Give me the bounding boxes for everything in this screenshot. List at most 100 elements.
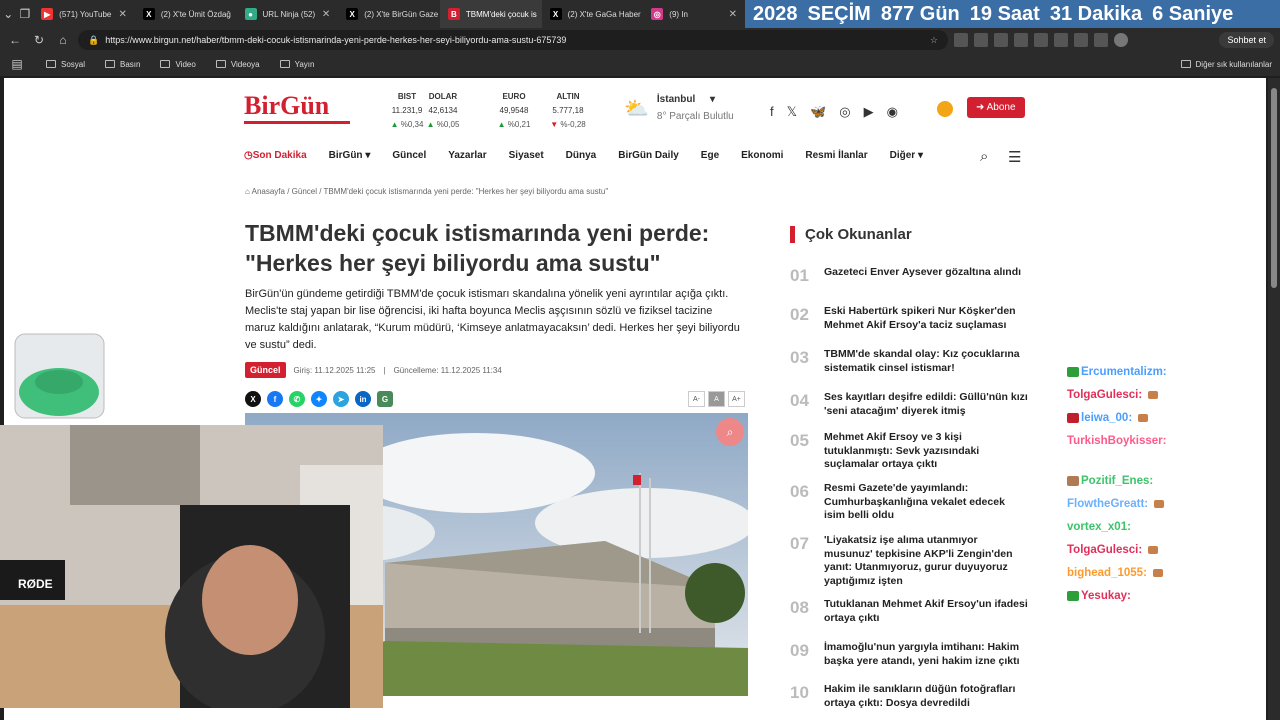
browser-tab[interactable]: BTBMM'deki çocuk is✕	[439, 0, 542, 28]
menu-item[interactable]: BirGün ▾	[329, 150, 371, 161]
bookmark-folder[interactable]: Sosyal	[46, 60, 85, 69]
market-ticker[interactable]: ALTIN 5.777,18 ▼ %-0,28	[533, 92, 603, 129]
copilot-button[interactable]: Sohbet et	[1219, 32, 1274, 48]
browser-tab[interactable]: ◎ (9) In ✕	[643, 0, 745, 28]
close-tab-icon[interactable]: ✕	[118, 9, 126, 20]
share-bluesky-icon[interactable]: ✦	[311, 391, 327, 407]
extension-icon[interactable]	[954, 33, 968, 47]
browser-tab[interactable]: ● URL Ninja (52) ✕	[237, 0, 339, 28]
menu-item[interactable]: Güncel	[392, 150, 426, 161]
share-facebook-icon[interactable]: f	[267, 391, 283, 407]
menu-item[interactable]: BirGün Daily	[618, 150, 679, 161]
font-size-button[interactable]: A	[708, 391, 725, 407]
font-size-button[interactable]: A-	[688, 391, 705, 407]
bookmark-folder[interactable]: Basın	[105, 60, 140, 69]
tab-favicon: ◎	[651, 8, 664, 20]
most-read-item[interactable]: 10 Hakim ile sanıkların düğün fotoğraflar…	[790, 683, 1028, 710]
share-whatsapp-icon[interactable]: ✆	[289, 391, 305, 407]
browser-tab[interactable]: X(2) X'te GaGa Haber✕	[542, 0, 644, 28]
extension-icon[interactable]	[1074, 33, 1088, 47]
bookmarks-menu-icon[interactable]: ▤	[8, 55, 26, 73]
url-field[interactable]: 🔒 https://www.birgun.net/haber/tbmm-deki…	[78, 30, 948, 50]
facebook-icon[interactable]: f	[770, 104, 774, 120]
workspaces-icon[interactable]: ❐	[17, 5, 34, 23]
rss-icon[interactable]: ◉	[887, 104, 898, 120]
chat-username[interactable]: Pozitif_Enes:	[1081, 475, 1153, 487]
scroll-thumb[interactable]	[1271, 88, 1277, 288]
menu-item[interactable]: Diğer ▾	[890, 150, 923, 161]
hamburger-menu-icon[interactable]: ☰	[1008, 148, 1021, 166]
instagram-icon[interactable]: ◎	[839, 104, 850, 120]
back-icon[interactable]: ←	[6, 31, 24, 49]
most-read-item[interactable]: 09 İmamoğlu'nun yargıyla imtihanı: Hakim …	[790, 641, 1028, 668]
share-linkedin-icon[interactable]: in	[355, 391, 371, 407]
menu-item[interactable]: Dünya	[566, 150, 597, 161]
other-bookmarks[interactable]: Diğer sık kullanılanlar	[1180, 60, 1272, 69]
extension-icon[interactable]	[1094, 33, 1108, 47]
menu-item[interactable]: ◷Son Dakika	[244, 150, 307, 161]
most-read-item[interactable]: 03 TBMM'de skandal olay: Kız çocuklarına …	[790, 348, 1028, 375]
chat-username[interactable]: vortex_x01:	[1067, 521, 1131, 533]
breadcrumb-text[interactable]: Anasayfa / Güncel / TBMM'deki çocuk isti…	[252, 187, 609, 196]
share-telegram-icon[interactable]: ➤	[333, 391, 349, 407]
bookmark-folder[interactable]: Videoya	[215, 60, 260, 69]
chat-username[interactable]: bighead_1055:	[1067, 567, 1147, 579]
browser-tab[interactable]: ▶ (571) YouTube ✕	[33, 0, 135, 28]
zoom-icon[interactable]: ⌕	[716, 418, 744, 446]
close-tab-icon[interactable]: ✕	[729, 9, 737, 20]
weather-widget[interactable]: ⛅ İstanbul ▾ 8° Parçalı Bulutlu	[624, 94, 734, 122]
most-read-item[interactable]: 01 Gazeteci Enver Aysever gözaltına alınd…	[790, 266, 1028, 286]
menu-item[interactable]: Ekonomi	[741, 150, 783, 161]
menu-item[interactable]: Yazarlar	[448, 150, 486, 161]
extension-icon[interactable]	[994, 33, 1008, 47]
tab-favicon: X	[142, 8, 155, 20]
subscribe-button[interactable]: ➜ Abone	[967, 97, 1025, 118]
favorite-star-icon[interactable]: ☆	[930, 35, 938, 46]
tab-list-icon[interactable]: ⌄	[0, 5, 17, 23]
ticker-change: ▼ %-0,28	[550, 120, 586, 129]
menu-item[interactable]: Ege	[701, 150, 719, 161]
most-read-item[interactable]: 06 Resmi Gazete'de yayımlandı: Cumhurbaşk…	[790, 482, 1028, 523]
share-google-news-icon[interactable]: G	[377, 391, 393, 407]
chat-username[interactable]: Yesukay:	[1081, 590, 1131, 602]
most-read-item[interactable]: 07 'Liyakatsiz işe alıma utanmıyor musunu…	[790, 534, 1028, 588]
extension-icon[interactable]	[1014, 33, 1028, 47]
browser-tab[interactable]: X(2) X'te BirGün Gaze✕	[338, 0, 440, 28]
chat-emote-icon	[1148, 390, 1159, 399]
profile-avatar[interactable]	[1114, 33, 1128, 47]
chat-username[interactable]: leiwa_00:	[1081, 412, 1132, 424]
search-icon[interactable]: ⌕	[980, 148, 988, 165]
share-x-icon[interactable]: X	[245, 391, 261, 407]
site-logo[interactable]: BirGün	[244, 93, 350, 124]
menu-item[interactable]: Resmi İlanlar	[805, 150, 867, 161]
category-badge[interactable]: Güncel	[245, 362, 286, 378]
most-read-item[interactable]: 04 Ses kayıtları deşifre edildi: Güllü'nü…	[790, 391, 1028, 418]
home-icon[interactable]: ⌂	[245, 187, 252, 196]
bookmark-folder[interactable]: Yayın	[279, 60, 314, 69]
updated-date: Güncelleme: 11.12.2025 11:34	[393, 365, 502, 375]
extension-icon[interactable]	[1054, 33, 1068, 47]
chat-username[interactable]: TolgaGulesci:	[1067, 389, 1142, 401]
bluesky-icon[interactable]: 🦋	[810, 104, 826, 120]
most-read-item[interactable]: 05 Mehmet Akif Ersoy ve 3 kişi tutuklanmı…	[790, 431, 1028, 472]
bookmark-folder[interactable]: Video	[160, 60, 196, 69]
extension-icon[interactable]	[974, 33, 988, 47]
extension-icon[interactable]	[1034, 33, 1048, 47]
chat-username[interactable]: TolgaGulesci:	[1067, 544, 1142, 556]
youtube-icon[interactable]: ▶	[864, 104, 874, 120]
most-read-item[interactable]: 08 Tutuklanan Mehmet Akif Ersoy'un ifades…	[790, 598, 1028, 625]
close-tab-icon[interactable]: ✕	[322, 9, 330, 20]
market-ticker[interactable]: DOLAR 42,6134 ▲ %0,05	[408, 92, 478, 129]
home-icon[interactable]: ⌂	[54, 31, 72, 49]
reload-icon[interactable]: ↻	[30, 31, 48, 49]
dark-mode-toggle[interactable]	[937, 101, 953, 117]
chat-username[interactable]: FlowtheGreatt:	[1067, 498, 1148, 510]
font-size-button[interactable]: A+	[728, 391, 745, 407]
chat-username[interactable]: TurkishBoykisser:	[1067, 435, 1167, 447]
most-read-item[interactable]: 02 Eski Habertürk spikeri Nur Köşker'den …	[790, 305, 1028, 332]
chat-username[interactable]: Ercumentalizm:	[1081, 366, 1167, 378]
browser-tab[interactable]: X(2) X'te Ümit Özdağ✕	[135, 0, 237, 28]
x-icon[interactable]: 𝕏	[787, 104, 797, 120]
menu-item[interactable]: Siyaset	[509, 150, 544, 161]
scrollbar[interactable]	[1268, 78, 1280, 720]
